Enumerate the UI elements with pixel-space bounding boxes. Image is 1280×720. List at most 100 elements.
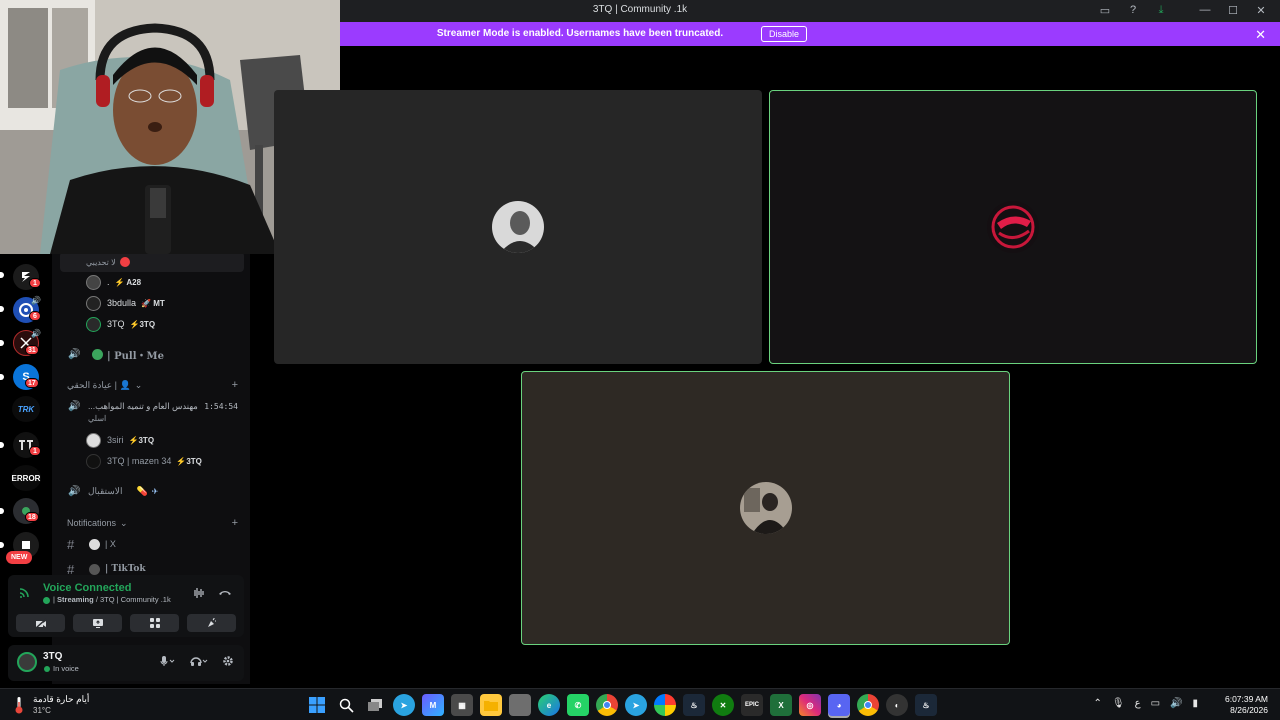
chevron-down-icon: ⌄: [134, 379, 143, 390]
clock-time: 6:07:39 AM: [1224, 694, 1268, 704]
titlebar-controls: ▭ ? ⤓ — ☐ ✕: [1098, 3, 1268, 17]
add-channel-icon[interactable]: +: [232, 517, 238, 529]
video-tile-1[interactable]: [274, 90, 762, 364]
unread-pill: [0, 272, 4, 278]
language-indicator[interactable]: ع: [1135, 698, 1141, 709]
windows-start-icon[interactable]: [306, 694, 328, 716]
store-icon[interactable]: ▦: [451, 694, 473, 716]
voice-location: / 3TQ | Community .1k: [93, 595, 171, 604]
voice-user-name: .: [107, 277, 110, 287]
voice-active-icon: 🔊: [31, 329, 41, 338]
file-explorer-icon[interactable]: [480, 694, 502, 716]
voice-channel-reception[interactable]: 🔊 الاستقبال 💊 ✈: [52, 481, 250, 501]
user-avatar[interactable]: [17, 652, 37, 672]
microphone-icon[interactable]: 🎙: [1112, 698, 1125, 709]
unread-pill: [0, 542, 4, 548]
voice-connected-subtitle[interactable]: | Streaming / 3TQ | Community .1k: [43, 595, 171, 604]
server-icon-trk[interactable]: TRK: [12, 396, 40, 422]
soundboard-button[interactable]: [187, 614, 236, 632]
epic-games-icon[interactable]: EPIC: [741, 694, 763, 716]
voice-user-row[interactable]: 3bdulla 🚀 MT: [52, 293, 250, 313]
channel-name: ...مهندس العام و تنميه المواهب: [88, 400, 198, 411]
minimize-icon[interactable]: —: [1198, 3, 1212, 17]
user-avatar: [86, 316, 101, 332]
category-name: عيادة الحقي | 👤: [67, 379, 131, 390]
gear-icon[interactable]: [222, 655, 234, 670]
telegram-icon[interactable]: ➤: [393, 694, 415, 716]
help-icon[interactable]: ?: [1126, 3, 1140, 17]
category-header[interactable]: عيادة الحقي | 👤 ⌄ +: [52, 375, 250, 395]
microphone-icon[interactable]: [160, 655, 176, 670]
server-icon-error[interactable]: ERROR: [11, 465, 41, 491]
excel-icon[interactable]: X: [770, 694, 792, 716]
telegram-icon-2[interactable]: ➤: [625, 694, 647, 716]
thermometer-icon[interactable]: [14, 696, 24, 714]
video-tile-2[interactable]: [769, 90, 1257, 364]
edge-icon[interactable]: e: [538, 694, 560, 716]
disconnect-icon[interactable]: [218, 587, 232, 602]
disable-streamer-mode-button[interactable]: Disable: [761, 26, 808, 42]
noise-suppression-icon[interactable]: [192, 587, 206, 602]
xbox-icon[interactable]: ✕: [712, 694, 734, 716]
whatsapp-icon[interactable]: ✆: [567, 694, 589, 716]
voice-user-row[interactable]: . ⚡ A28: [52, 272, 250, 292]
mention-badge: 1: [29, 278, 41, 288]
voice-user-row[interactable]: 3TQ ⚡3TQ: [52, 314, 250, 334]
voice-user-row[interactable]: 3siri ⚡3TQ: [52, 430, 250, 450]
discord-icon[interactable]: ◕: [828, 694, 850, 716]
hash-icon: #: [67, 536, 75, 552]
task-view-icon[interactable]: [364, 694, 386, 716]
user-avatar: [86, 274, 101, 290]
unread-pill: [0, 374, 4, 380]
channel-name: | Pull・Me: [107, 350, 164, 362]
new-badge: NEW: [6, 551, 33, 564]
signal-icon[interactable]: [18, 585, 32, 602]
role-tag: ⚡3TQ: [129, 319, 156, 329]
speaker-active-icon: 🔊: [68, 400, 81, 412]
voice-channel-pull-me[interactable]: 🔊 | Pull・Me: [52, 344, 250, 364]
camera-off-button[interactable]: [16, 614, 65, 632]
obs-icon[interactable]: ◐: [886, 694, 908, 716]
maximize-icon[interactable]: ☐: [1226, 3, 1240, 17]
category-header[interactable]: Notifications ⌄ +: [52, 513, 250, 533]
channel-status: اسلي: [88, 413, 107, 423]
volume-icon[interactable]: 🔊: [1170, 698, 1182, 709]
inbox-icon[interactable]: ▭: [1098, 3, 1112, 17]
chevron-up-icon[interactable]: ⌃: [1094, 698, 1102, 709]
headphones-icon[interactable]: [190, 655, 208, 670]
weather-text[interactable]: أيام حارة قادمة: [33, 694, 89, 705]
steam-icon-2[interactable]: ♨: [915, 694, 937, 716]
voice-connected-title[interactable]: Voice Connected: [43, 582, 131, 594]
video-tile-3[interactable]: [521, 371, 1010, 645]
chrome-icon-2[interactable]: [857, 694, 879, 716]
photos-icon[interactable]: [654, 694, 676, 716]
microsoft365-icon[interactable]: M: [422, 694, 444, 716]
pill-icon: 💊: [136, 485, 148, 496]
streaming-dot-icon: [43, 596, 50, 604]
voice-user-row-top[interactable]: لا تحديبي: [60, 252, 244, 272]
app-icon[interactable]: [509, 694, 531, 716]
search-icon[interactable]: [335, 694, 357, 716]
voice-user-row[interactable]: 3TQ | mazen 34 ⚡3TQ: [52, 451, 250, 471]
streaming-label: Streaming: [57, 595, 94, 604]
user-status: In voice: [53, 664, 79, 673]
user-panel: 3TQ In voice: [8, 645, 244, 681]
user-name[interactable]: 3TQ: [43, 651, 62, 662]
add-channel-icon[interactable]: +: [232, 379, 238, 391]
mention-badge: 6: [29, 311, 41, 321]
steam-icon[interactable]: ♨: [683, 694, 705, 716]
download-icon[interactable]: ⤓: [1154, 3, 1168, 17]
channel-emoji-icon: [89, 538, 100, 550]
activities-button[interactable]: [130, 614, 179, 632]
battery-icon[interactable]: ▮: [1192, 698, 1198, 709]
network-icon[interactable]: ▭: [1151, 698, 1160, 709]
mention-badge: 31: [25, 345, 39, 355]
close-banner-icon[interactable]: ✕: [1255, 27, 1266, 43]
screen-share-button[interactable]: [73, 614, 122, 632]
clock[interactable]: 6:07:39 AM 8/26/2026: [1225, 694, 1268, 716]
close-window-icon[interactable]: ✕: [1254, 3, 1268, 17]
text-channel-x[interactable]: # | X: [52, 534, 250, 554]
chrome-icon[interactable]: [596, 694, 618, 716]
instagram-icon[interactable]: ◎: [799, 694, 821, 716]
taskbar-apps: ➤ M ▦ e ✆ ➤ ♨ ✕ EPIC X ◎ ◕ ◐ ♨: [306, 694, 937, 716]
